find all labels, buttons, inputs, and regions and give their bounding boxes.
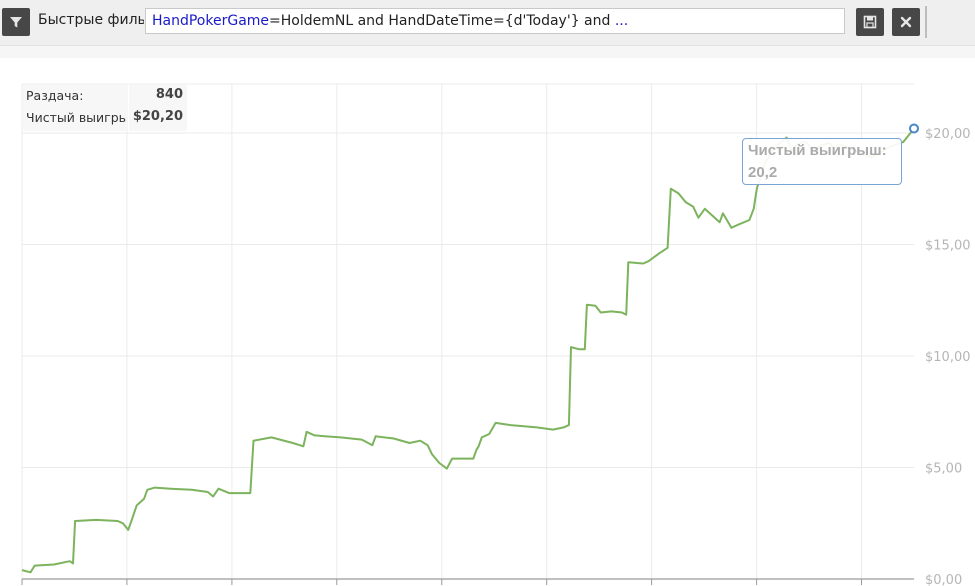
filter-query-input[interactable]: HandPokerGame=HoldemNL and HandDateTime=… xyxy=(145,8,845,34)
save-filter-button[interactable] xyxy=(856,8,884,36)
quick-filter-toolbar: Быстрые фильт HandPokerGame=HoldemNL and… xyxy=(0,0,975,46)
query-field-name: HandPokerGame xyxy=(152,13,270,29)
net-value: $20,20 xyxy=(132,109,183,124)
stats-panel: Раздача: 840 Чистый выигрь $20,20 xyxy=(23,85,187,131)
save-icon xyxy=(863,15,877,29)
chart-series xyxy=(21,123,919,574)
net-label: Чистый выигрь xyxy=(26,110,127,125)
toolbar-spacer xyxy=(0,46,975,58)
tooltip-label: Чистый выигрыш: xyxy=(748,142,887,159)
toolbar-divider xyxy=(925,6,927,38)
chart-tooltip: Чистый выигрыш: 20,2 xyxy=(742,138,902,185)
tooltip-value: 20,2 xyxy=(748,164,778,181)
y-tick-label: $20,00 xyxy=(925,127,971,142)
query-expression: =HoldemNL and HandDateTime={d'Today'} an… xyxy=(269,13,615,29)
series-line xyxy=(21,127,915,574)
y-tick-label: $5,00 xyxy=(925,462,962,477)
query-ellipsis: ... xyxy=(614,13,629,29)
stats-row-net: Чистый выигрь $20,20 xyxy=(23,107,187,129)
series-last-point xyxy=(909,123,919,134)
stats-row-hands: Раздача: 840 xyxy=(23,85,187,107)
clear-filter-button[interactable] xyxy=(892,8,920,36)
close-icon xyxy=(900,16,912,28)
quick-filter-label: Быстрые фильт xyxy=(38,12,144,28)
filter-icon xyxy=(10,17,22,28)
filter-button[interactable] xyxy=(2,8,30,36)
y-tick-label: $0,00 xyxy=(925,573,962,586)
y-tick-label: $15,00 xyxy=(925,239,971,254)
hands-label: Раздача: xyxy=(26,88,84,103)
hands-value: 840 xyxy=(155,87,183,102)
y-tick-label: $10,00 xyxy=(925,350,971,365)
